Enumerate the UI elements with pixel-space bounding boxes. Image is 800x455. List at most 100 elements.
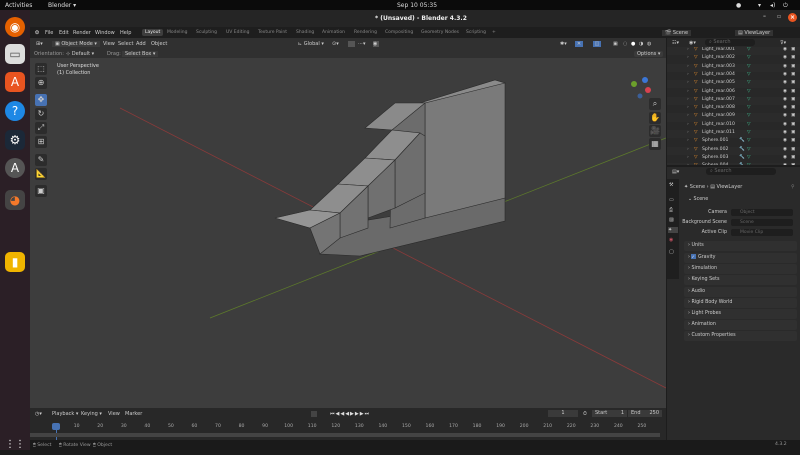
tab-animation[interactable]: Animation <box>322 30 345 35</box>
visibility-eye-icon[interactable]: ◉ <box>783 72 787 77</box>
timeline-scrollbar[interactable] <box>30 433 660 437</box>
render-camera-icon[interactable]: ▣ <box>791 130 795 135</box>
outliner-item[interactable]: › ▽ Light_rear.004 ▽ ◉ ▣ <box>667 72 800 80</box>
outliner-item[interactable]: › ▽ Light_rear.006 ▽ ◉ ▣ <box>667 89 800 97</box>
gravity-panel[interactable]: › ✓ Gravity <box>684 253 797 263</box>
minimize-button[interactable]: – <box>763 13 766 20</box>
visibility-eye-icon[interactable]: ◉ <box>783 47 787 52</box>
software-updater-icon[interactable]: A <box>5 158 25 178</box>
rendered-shading-icon[interactable]: ◍ <box>647 41 651 47</box>
help-icon[interactable]: ? <box>5 101 25 121</box>
outliner-item[interactable]: › ▽ Light_rear.011 ▽ ◉ ▣ <box>667 130 800 139</box>
visibility-eye-icon[interactable]: ◉ <box>783 64 787 69</box>
outliner-item[interactable]: › ▽ Light_rear.009 ▽ ◉ ▣ <box>667 113 800 122</box>
menu-render[interactable]: Render <box>73 30 91 36</box>
units-panel[interactable]: › Units <box>684 241 797 251</box>
scale-tool[interactable]: ⤢ <box>35 122 47 134</box>
viewport-menu-select[interactable]: Select <box>118 41 133 47</box>
keying-sets-panel[interactable]: › Keying Sets <box>684 275 797 285</box>
outliner-filter-mode-icon[interactable]: ◉▾ <box>689 40 696 46</box>
rotate-tool[interactable]: ↻ <box>35 108 47 120</box>
expand-arrow-icon[interactable]: › <box>687 122 689 127</box>
ortho-grid-icon[interactable]: ▦ <box>649 138 661 150</box>
tab-scripting[interactable]: Scripting <box>466 30 486 35</box>
tab-compositing[interactable]: Compositing <box>385 30 413 35</box>
snap-icon[interactable]: ⋯▾ <box>358 41 366 47</box>
menu-window[interactable]: Window <box>95 30 115 36</box>
orientation-dropdown[interactable]: ⊹ Default ▾ <box>66 51 94 57</box>
cursor-tool[interactable]: ⊕ <box>35 77 47 89</box>
render-camera-icon[interactable]: ▣ <box>791 163 795 165</box>
xray-icon[interactable]: ▣ <box>613 41 618 47</box>
render-camera-icon[interactable]: ▣ <box>791 89 795 94</box>
maximize-button[interactable]: ▫ <box>777 13 781 20</box>
steam-tray-icon[interactable]: ● <box>736 2 741 9</box>
outliner-display-mode-icon[interactable]: ☷▾ <box>672 40 679 46</box>
outliner-item[interactable]: › ▽ Light_rear.007 ▽ ◉ ▣ <box>667 96 800 106</box>
tab-shading[interactable]: Shading <box>296 30 314 35</box>
render-tab-icon[interactable]: ▭ <box>669 197 674 203</box>
visibility-eye-icon[interactable]: ◉ <box>783 122 787 127</box>
expand-arrow-icon[interactable]: › <box>687 163 689 165</box>
visibility-eye-icon[interactable]: ◉ <box>783 163 787 165</box>
active-clip-field[interactable]: Movie Clip <box>731 229 793 236</box>
render-camera-icon[interactable]: ▣ <box>791 80 795 85</box>
viewport-menu-object[interactable]: Object <box>151 41 167 47</box>
options-dropdown[interactable]: Options ▾ <box>634 51 664 57</box>
expand-arrow-icon[interactable]: › <box>687 155 689 160</box>
expand-arrow-icon[interactable]: › <box>687 130 689 135</box>
camera-field[interactable]: Object <box>731 209 793 216</box>
add-cube-tool[interactable]: ▣ <box>35 185 47 197</box>
transform-tool[interactable]: ⊞ <box>35 136 47 148</box>
properties-search-input[interactable]: ⌕ Search <box>706 168 776 175</box>
tab-layout[interactable]: Layout <box>142 29 164 36</box>
render-camera-icon[interactable]: ▣ <box>791 47 795 52</box>
audio-panel[interactable]: › Audio <box>684 287 797 297</box>
expand-arrow-icon[interactable]: › <box>687 97 689 102</box>
visibility-eye-icon[interactable]: ◉ <box>783 113 787 118</box>
expand-arrow-icon[interactable]: › <box>687 113 689 118</box>
expand-arrow-icon[interactable]: › <box>687 105 689 110</box>
outliner-item[interactable]: › ▽ Light_rear.005 ▽ ◉ ▣ <box>667 80 800 89</box>
visibility-eye-icon[interactable]: ◉ <box>783 105 787 110</box>
expand-arrow-icon[interactable]: › <box>687 138 689 143</box>
snap-toggle[interactable] <box>348 40 355 47</box>
tab-rendering[interactable]: Rendering <box>354 30 377 35</box>
visibility-icon[interactable]: ✱▾ <box>560 41 567 47</box>
render-camera-icon[interactable]: ▣ <box>791 55 795 60</box>
gravity-checkbox[interactable]: ✓ <box>691 254 697 259</box>
overlay-icon[interactable]: ◫ <box>593 40 601 47</box>
3d-viewport[interactable]: User Perspective (1) Collection ⬚ ⊕ ✥ ↻ … <box>30 58 666 408</box>
expand-arrow-icon[interactable]: › <box>687 89 689 94</box>
visibility-eye-icon[interactable]: ◉ <box>783 138 787 143</box>
transform-orientation-dropdown[interactable]: ⊾ Global ▾ <box>298 41 324 47</box>
view-layer-selector[interactable]: ▤ ViewLayer <box>735 29 774 36</box>
simulation-panel[interactable]: › Simulation <box>684 264 797 274</box>
camera-view-icon[interactable]: 🎥 <box>649 125 661 137</box>
render-camera-icon[interactable]: ▣ <box>791 72 795 77</box>
render-camera-icon[interactable]: ▣ <box>791 147 795 152</box>
app-center-icon[interactable]: A <box>5 72 25 92</box>
expand-arrow-icon[interactable]: › <box>687 64 689 69</box>
render-camera-icon[interactable]: ▣ <box>791 113 795 118</box>
scene-panel-header[interactable]: ⌄ Scene <box>684 195 797 205</box>
render-camera-icon[interactable]: ▣ <box>791 122 795 127</box>
activities-button[interactable]: Activities <box>5 2 32 9</box>
solid-shading-icon[interactable]: ● <box>631 41 635 47</box>
show-apps-icon[interactable]: ⋮⋮ <box>5 435 25 455</box>
tab-texture-paint[interactable]: Texture Paint <box>258 30 287 35</box>
visibility-eye-icon[interactable]: ◉ <box>783 97 787 102</box>
proportional-edit-icon[interactable]: ◉ <box>373 40 379 47</box>
outliner-item[interactable]: › ▽ Light_rear.010 ▽ ◉ ▣ <box>667 122 800 130</box>
files-icon[interactable]: ▭ <box>5 44 25 64</box>
outliner-item[interactable]: › ▽ Sphere.002 🔧 ▽ ◉ ▣ <box>667 146 800 155</box>
annotate-tool[interactable]: ✎ <box>35 154 47 166</box>
viewport-menu-view[interactable]: View <box>103 41 115 47</box>
render-camera-icon[interactable]: ▣ <box>791 64 795 69</box>
close-button[interactable]: × <box>788 13 797 22</box>
gizmo-icon[interactable]: ✕ <box>575 40 583 47</box>
volume-icon[interactable]: ◂) <box>770 2 775 9</box>
steam-icon[interactable]: ⚙ <box>5 130 25 150</box>
rigid-body-world-panel[interactable]: › Rigid Body World <box>684 298 797 308</box>
select-box-tool[interactable]: ⬚ <box>35 63 47 75</box>
